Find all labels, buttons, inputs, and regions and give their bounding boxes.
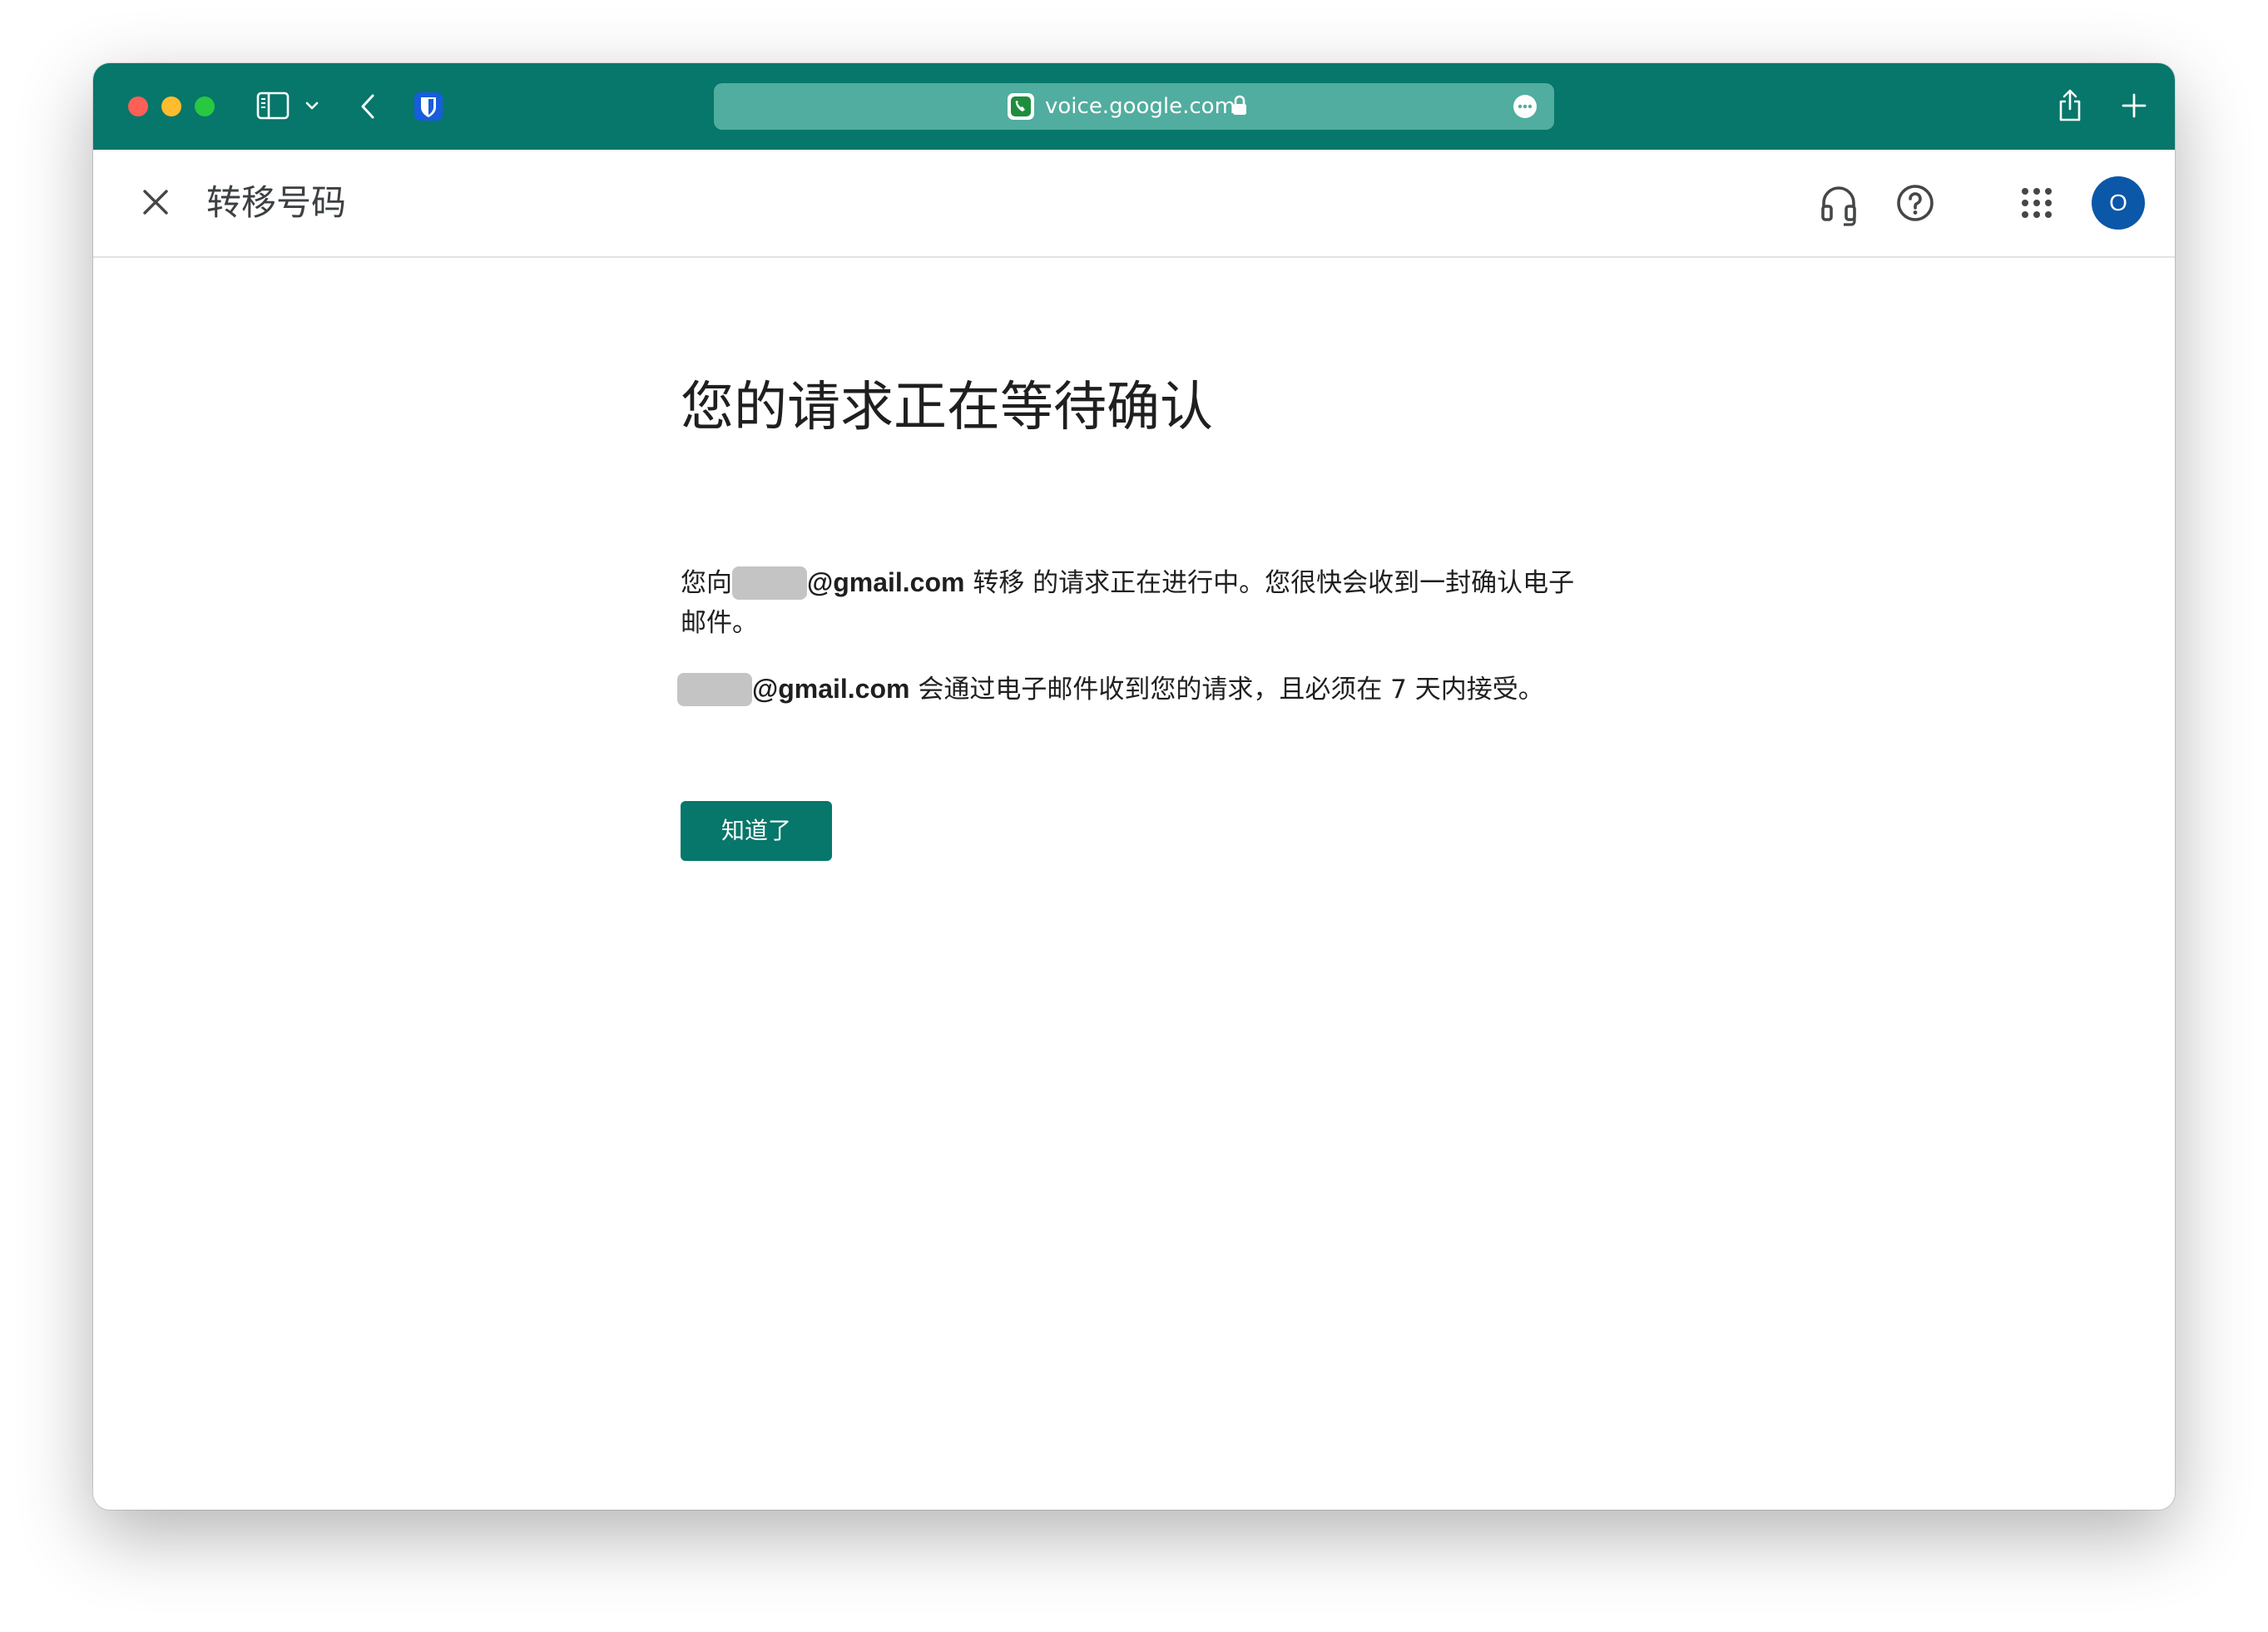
close-icon[interactable]	[138, 185, 173, 220]
address-bar[interactable]: voice.google.com	[714, 83, 1554, 130]
chevron-down-icon[interactable]	[305, 98, 319, 113]
share-icon[interactable]	[2057, 87, 2083, 123]
recipient-email: @gmail.com	[807, 567, 965, 597]
zoom-window-button[interactable]	[195, 96, 215, 116]
transfer-status-panel: 您的请求正在等待确认 您向 @gmail.com 转移 的请求正在进行中。您很快会…	[677, 371, 1596, 861]
google-voice-favicon	[1008, 93, 1034, 120]
status-heading: 您的请求正在等待确认	[681, 377, 1213, 438]
account-avatar[interactable]: O	[2092, 176, 2145, 230]
status-message: 您向 @gmail.com 转移 的请求正在进行中。您很快会收到一封确认电子邮件。	[681, 562, 1587, 643]
redacted-email-username	[732, 566, 807, 600]
browser-window: voice.google.com 转移号码 O 您的请求正在等待确认 您向 @g…	[93, 63, 2175, 1510]
got-it-button[interactable]: 知道了	[681, 801, 832, 861]
new-tab-icon[interactable]	[2120, 91, 2148, 120]
headset-support-icon[interactable]	[1819, 183, 1859, 226]
help-icon[interactable]	[1895, 183, 1935, 223]
redacted-email-username	[677, 673, 752, 706]
minimize-window-button[interactable]	[161, 96, 181, 116]
sidebar-toggle-icon[interactable]	[256, 91, 290, 121]
app-header: 转移号码 O	[93, 150, 2175, 258]
apps-grid-icon[interactable]	[2020, 186, 2053, 220]
page-title: 转移号码	[206, 182, 347, 223]
recipient-email: @gmail.com	[752, 674, 910, 704]
lock-icon	[1233, 95, 1246, 115]
back-arrow-icon[interactable]	[356, 91, 381, 121]
close-window-button[interactable]	[128, 96, 148, 116]
acceptance-note: @gmail.com 会通过电子邮件收到您的请求，且必须在 7 天内接受。	[677, 669, 1604, 710]
message-prefix: 您向	[681, 568, 732, 598]
more-options-icon[interactable]	[1513, 94, 1538, 119]
url-text: voice.google.com	[1045, 94, 1236, 119]
bitwarden-extension-icon[interactable]	[413, 91, 444, 122]
acceptance-text: 会通过电子邮件收到您的请求，且必须在 7 天内接受。	[909, 675, 1544, 705]
browser-toolbar: voice.google.com	[93, 63, 2175, 150]
